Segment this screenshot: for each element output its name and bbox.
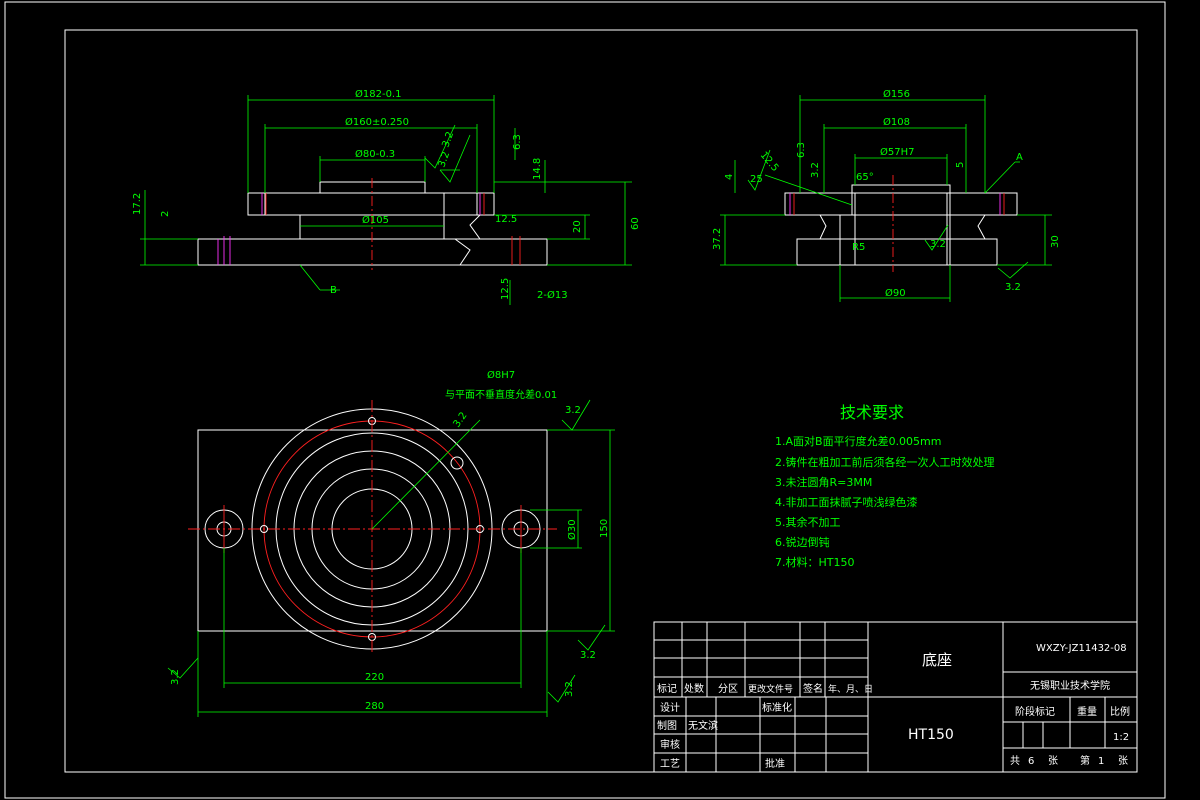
- top-view: [167, 399, 615, 717]
- side-dim-bottom: Ø90: [885, 287, 906, 299]
- label-scale: 比例: [1110, 705, 1130, 718]
- drawer-name: 无文滨: [688, 719, 718, 732]
- page-number: 1: [1098, 756, 1104, 767]
- scale-value: 1:2: [1113, 732, 1129, 743]
- dim-total-length: 280: [365, 701, 384, 712]
- hdr-doc: 更改文件号: [748, 683, 793, 695]
- requirement-6: 6.锐边倒钝: [775, 535, 830, 549]
- top-roughness-bottom: 3.2: [564, 681, 575, 697]
- side-radius-r5: R5: [852, 242, 865, 253]
- requirements-title: 技术要求: [840, 403, 904, 422]
- top-roughness-right: 3.2: [580, 650, 596, 661]
- note-bore-fit: Ø8H7: [487, 369, 515, 381]
- roughness-2: 3.2: [436, 150, 452, 169]
- dim-radius-bottom: 12.5: [500, 278, 511, 300]
- side-num-5: 5: [955, 162, 966, 168]
- requirement-1: 1.A面对B面平行度允差0.005mm: [775, 434, 942, 448]
- side-dim-30: 30: [1050, 235, 1061, 248]
- row-process: 工艺: [660, 758, 680, 770]
- top-view-text: Ø8H7 与平面不垂直度允差0.01 3.2 3.2 3.2 3.2 3.2 2…: [170, 369, 610, 712]
- row-draw: 制图: [657, 719, 677, 732]
- side-dim-37-2: 37.2: [712, 228, 723, 250]
- hdr-zone: 分区: [718, 683, 738, 695]
- dim-lug-spacing: 220: [365, 672, 384, 683]
- dim-base-diameter: Ø105: [362, 214, 389, 226]
- dim-height-6-3: 6.3: [512, 134, 523, 150]
- dim-height-60: 60: [630, 217, 641, 230]
- side-dim-outer: Ø156: [883, 88, 910, 100]
- label-sheet-unit-2: 张: [1118, 755, 1128, 767]
- dim-height-2: 2: [160, 211, 171, 217]
- part-material: HT150: [908, 727, 954, 743]
- hdr-mark: 标记: [657, 683, 677, 695]
- label-sheet-unit-1: 张: [1048, 755, 1058, 767]
- label-stage: 阶段标记: [1015, 705, 1055, 718]
- top-roughness-left: 3.2: [170, 669, 181, 685]
- part-name: 底座: [922, 651, 952, 669]
- top-roughness-1: 3.2: [565, 405, 581, 416]
- roughness-1: 3.2: [440, 130, 456, 149]
- side-chamfer-25: 25: [750, 174, 763, 185]
- drawing-number: WXZY-JZ11432-08: [1036, 643, 1127, 654]
- note-perpendicularity: 与平面不垂直度允差0.01: [445, 388, 557, 401]
- hdr-sign: 签名: [803, 682, 823, 695]
- hdr-count: 处数: [684, 682, 704, 695]
- requirement-3: 3.未注圆角R=3MM: [775, 475, 872, 489]
- side-roughness-b: 3.2: [1005, 282, 1021, 293]
- side-chamfer-12-5: 12.5: [758, 150, 781, 174]
- dim-radius-top: 12.5: [495, 214, 517, 225]
- dim-holes: 2-Ø13: [537, 289, 568, 301]
- inner-border: [64, 29, 1138, 773]
- requirement-7: 7.材料：HT150: [775, 555, 854, 569]
- label-page: 第: [1080, 754, 1090, 767]
- dim-total-height: 150: [599, 519, 610, 538]
- requirement-2: 2.铸件在粗加工前后须各经一次人工时效处理: [775, 455, 995, 469]
- side-roughness-c: 3.2: [810, 162, 821, 178]
- label-weight: 重量: [1077, 705, 1097, 718]
- dim-height-17-2: 17.2: [132, 193, 143, 215]
- dim-mid-diameter: Ø160±0.250: [345, 116, 409, 128]
- side-angle-65: 65°: [856, 172, 874, 183]
- dim-height-14-8: 14.8: [532, 158, 543, 180]
- dim-lug-diameter: Ø30: [566, 519, 578, 540]
- dim-outer-diameter: Ø182-0.1: [355, 88, 401, 100]
- label-approve: 批准: [765, 757, 785, 770]
- technical-requirements: 技术要求 1.A面对B面平行度允差0.005mm 2.铸件在粗加工前后须各经一次…: [775, 403, 995, 569]
- side-roughness-a: 3.2: [930, 239, 946, 250]
- side-dim-4: 4: [724, 174, 735, 180]
- hdr-date: 年、月、日: [828, 683, 873, 695]
- side-dim-mid: Ø108: [883, 116, 910, 128]
- side-num-6-3: 6.3: [796, 142, 807, 158]
- total-sheets: 6: [1028, 756, 1034, 767]
- side-dim-bore: Ø57H7: [880, 146, 914, 158]
- row-review: 审核: [660, 738, 680, 751]
- title-block-text: 底座 HT150 WXZY-JZ11432-08 无锡职业技术学院 标记 处数 …: [657, 643, 1130, 770]
- side-datum-a: A: [1016, 152, 1023, 163]
- school-name: 无锡职业技术学院: [1030, 679, 1110, 692]
- label-total: 共: [1010, 755, 1020, 767]
- requirement-4: 4.非加工面抹腻子喷浅绿色漆: [775, 495, 918, 509]
- label-standardize: 标准化: [762, 701, 792, 714]
- dim-inner-diameter: Ø80-0.3: [355, 148, 395, 160]
- requirement-5: 5.其余不加工: [775, 515, 841, 529]
- datum-b-label: B: [330, 285, 337, 296]
- row-design: 设计: [660, 701, 680, 714]
- dim-height-20: 20: [572, 220, 583, 233]
- front-view-dims-text: Ø182-0.1 Ø160±0.250 Ø80-0.3 Ø105 17.2 2 …: [132, 88, 641, 301]
- top-roughness-bore: 3.2: [451, 410, 469, 429]
